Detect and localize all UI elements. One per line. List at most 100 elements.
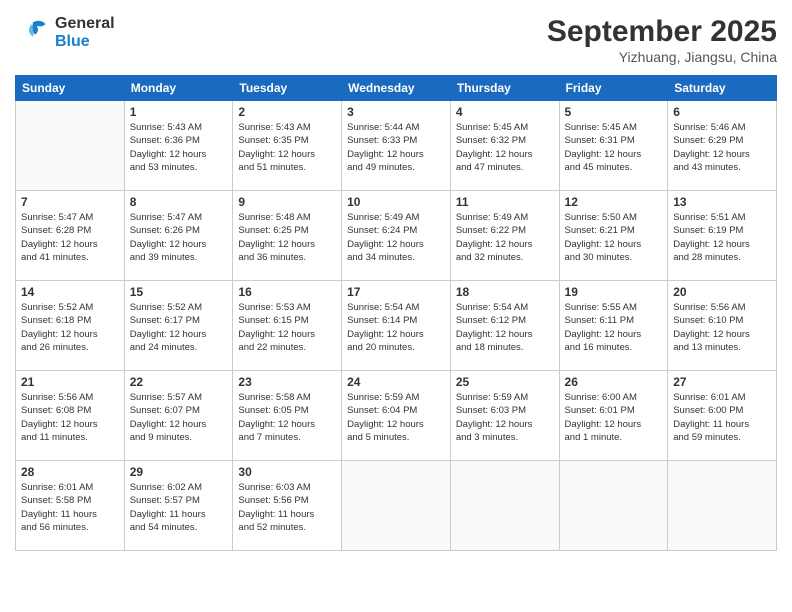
calendar-week-row: 21 Sunrise: 5:56 AM Sunset: 6:08 PM Dayli… (16, 371, 777, 461)
calendar-cell: 30Sunrise: 6:03 AM Sunset: 5:56 PM Dayli… (233, 461, 342, 551)
day-number: 5 (565, 105, 663, 119)
header: General Blue September 2025 Yizhuang, Ji… (15, 15, 777, 65)
calendar-cell: 22 Sunrise: 5:57 AM Sunset: 6:07 PM Dayli… (124, 371, 233, 461)
calendar-cell: 23Sunrise: 5:58 AM Sunset: 6:05 PM Dayli… (233, 371, 342, 461)
day-number: 18 (456, 285, 554, 299)
calendar-cell: 4 Sunrise: 5:45 AM Sunset: 6:32 PM Daylig… (450, 101, 559, 191)
weekday-header-friday: Friday (559, 76, 668, 101)
day-number: 13 (673, 195, 771, 209)
day-number: 24 (347, 375, 445, 389)
day-info: Sunrise: 5:45 AM Sunset: 6:31 PM Dayligh… (565, 121, 663, 174)
day-number: 22 (130, 375, 228, 389)
weekday-header-tuesday: Tuesday (233, 76, 342, 101)
day-number: 15 (130, 285, 228, 299)
calendar-cell: 25 Sunrise: 5:59 AM Sunset: 6:03 PM Dayli… (450, 371, 559, 461)
day-info: Sunrise: 6:01 AM Sunset: 6:00 PM Dayligh… (673, 391, 771, 444)
day-info: Sunrise: 5:53 AM Sunset: 6:15 PM Dayligh… (238, 301, 336, 354)
day-info: Sunrise: 5:49 AM Sunset: 6:24 PM Dayligh… (347, 211, 445, 264)
location: Yizhuang, Jiangsu, China (547, 49, 777, 65)
calendar-table: SundayMondayTuesdayWednesdayThursdayFrid… (15, 75, 777, 551)
calendar-cell: 17Sunrise: 5:54 AM Sunset: 6:14 PM Dayli… (342, 281, 451, 371)
day-number: 3 (347, 105, 445, 119)
day-info: Sunrise: 5:58 AM Sunset: 6:05 PM Dayligh… (238, 391, 336, 444)
day-info: Sunrise: 5:50 AM Sunset: 6:21 PM Dayligh… (565, 211, 663, 264)
day-number: 27 (673, 375, 771, 389)
calendar-cell: 15 Sunrise: 5:52 AM Sunset: 6:17 PM Dayli… (124, 281, 233, 371)
day-info: Sunrise: 5:47 AM Sunset: 6:28 PM Dayligh… (21, 211, 119, 264)
day-number: 19 (565, 285, 663, 299)
logo: General Blue (15, 15, 115, 51)
calendar-cell: 21 Sunrise: 5:56 AM Sunset: 6:08 PM Dayli… (16, 371, 125, 461)
calendar-cell: 9 Sunrise: 5:48 AM Sunset: 6:25 PM Daylig… (233, 191, 342, 281)
day-info: Sunrise: 6:03 AM Sunset: 5:56 PM Dayligh… (238, 481, 336, 534)
calendar-cell: 10Sunrise: 5:49 AM Sunset: 6:24 PM Dayli… (342, 191, 451, 281)
day-number: 9 (238, 195, 336, 209)
day-number: 1 (130, 105, 228, 119)
logo-blue-text: Blue (55, 33, 115, 51)
day-number: 4 (456, 105, 554, 119)
day-info: Sunrise: 5:59 AM Sunset: 6:03 PM Dayligh… (456, 391, 554, 444)
calendar-cell: 28 Sunrise: 6:01 AM Sunset: 5:58 PM Dayli… (16, 461, 125, 551)
day-info: Sunrise: 5:46 AM Sunset: 6:29 PM Dayligh… (673, 121, 771, 174)
day-info: Sunrise: 6:01 AM Sunset: 5:58 PM Dayligh… (21, 481, 119, 534)
calendar-cell: 26Sunrise: 6:00 AM Sunset: 6:01 PM Dayli… (559, 371, 668, 461)
calendar-cell: 2Sunrise: 5:43 AM Sunset: 6:35 PM Daylig… (233, 101, 342, 191)
calendar-cell: 18 Sunrise: 5:54 AM Sunset: 6:12 PM Dayli… (450, 281, 559, 371)
weekday-header-thursday: Thursday (450, 76, 559, 101)
calendar-cell: 29 Sunrise: 6:02 AM Sunset: 5:57 PM Dayli… (124, 461, 233, 551)
calendar-cell: 5 Sunrise: 5:45 AM Sunset: 6:31 PM Daylig… (559, 101, 668, 191)
day-info: Sunrise: 5:56 AM Sunset: 6:10 PM Dayligh… (673, 301, 771, 354)
calendar-week-row: 14 Sunrise: 5:52 AM Sunset: 6:18 PM Dayli… (16, 281, 777, 371)
day-number: 6 (673, 105, 771, 119)
day-info: Sunrise: 5:59 AM Sunset: 6:04 PM Dayligh… (347, 391, 445, 444)
title-area: September 2025 Yizhuang, Jiangsu, China (547, 15, 777, 65)
weekday-header-row: SundayMondayTuesdayWednesdayThursdayFrid… (16, 76, 777, 101)
calendar-cell: 20 Sunrise: 5:56 AM Sunset: 6:10 PM Dayli… (668, 281, 777, 371)
calendar-cell: 14 Sunrise: 5:52 AM Sunset: 6:18 PM Dayli… (16, 281, 125, 371)
calendar-week-row: 7 Sunrise: 5:47 AM Sunset: 6:28 PM Daylig… (16, 191, 777, 281)
calendar-cell: 16 Sunrise: 5:53 AM Sunset: 6:15 PM Dayli… (233, 281, 342, 371)
day-info: Sunrise: 5:48 AM Sunset: 6:25 PM Dayligh… (238, 211, 336, 264)
logo-name: General Blue (55, 15, 115, 50)
day-number: 26 (565, 375, 663, 389)
month-title: September 2025 (547, 15, 777, 49)
calendar-cell (450, 461, 559, 551)
day-number: 25 (456, 375, 554, 389)
calendar-week-row: 1Sunrise: 5:43 AM Sunset: 6:36 PM Daylig… (16, 101, 777, 191)
calendar-cell: 19Sunrise: 5:55 AM Sunset: 6:11 PM Dayli… (559, 281, 668, 371)
calendar-cell: 3Sunrise: 5:44 AM Sunset: 6:33 PM Daylig… (342, 101, 451, 191)
day-number: 16 (238, 285, 336, 299)
day-info: Sunrise: 5:54 AM Sunset: 6:14 PM Dayligh… (347, 301, 445, 354)
day-info: Sunrise: 6:02 AM Sunset: 5:57 PM Dayligh… (130, 481, 228, 534)
calendar-cell (668, 461, 777, 551)
day-number: 21 (21, 375, 119, 389)
calendar-cell: 1Sunrise: 5:43 AM Sunset: 6:36 PM Daylig… (124, 101, 233, 191)
day-number: 8 (130, 195, 228, 209)
day-number: 11 (456, 195, 554, 209)
calendar-cell: 12Sunrise: 5:50 AM Sunset: 6:21 PM Dayli… (559, 191, 668, 281)
day-info: Sunrise: 5:52 AM Sunset: 6:18 PM Dayligh… (21, 301, 119, 354)
calendar-cell: 27 Sunrise: 6:01 AM Sunset: 6:00 PM Dayli… (668, 371, 777, 461)
day-number: 2 (238, 105, 336, 119)
weekday-header-saturday: Saturday (668, 76, 777, 101)
day-info: Sunrise: 5:57 AM Sunset: 6:07 PM Dayligh… (130, 391, 228, 444)
day-info: Sunrise: 5:51 AM Sunset: 6:19 PM Dayligh… (673, 211, 771, 264)
calendar-cell: 13 Sunrise: 5:51 AM Sunset: 6:19 PM Dayli… (668, 191, 777, 281)
day-info: Sunrise: 5:45 AM Sunset: 6:32 PM Dayligh… (456, 121, 554, 174)
day-number: 29 (130, 465, 228, 479)
calendar-cell (16, 101, 125, 191)
day-number: 28 (21, 465, 119, 479)
logo-icon (15, 15, 51, 51)
day-number: 20 (673, 285, 771, 299)
day-info: Sunrise: 5:52 AM Sunset: 6:17 PM Dayligh… (130, 301, 228, 354)
calendar-cell: 11Sunrise: 5:49 AM Sunset: 6:22 PM Dayli… (450, 191, 559, 281)
day-info: Sunrise: 5:56 AM Sunset: 6:08 PM Dayligh… (21, 391, 119, 444)
logo-general-text: General (55, 15, 115, 33)
day-number: 14 (21, 285, 119, 299)
weekday-header-monday: Monday (124, 76, 233, 101)
day-number: 7 (21, 195, 119, 209)
calendar-cell (342, 461, 451, 551)
day-info: Sunrise: 5:54 AM Sunset: 6:12 PM Dayligh… (456, 301, 554, 354)
calendar-cell: 24 Sunrise: 5:59 AM Sunset: 6:04 PM Dayli… (342, 371, 451, 461)
weekday-header-wednesday: Wednesday (342, 76, 451, 101)
